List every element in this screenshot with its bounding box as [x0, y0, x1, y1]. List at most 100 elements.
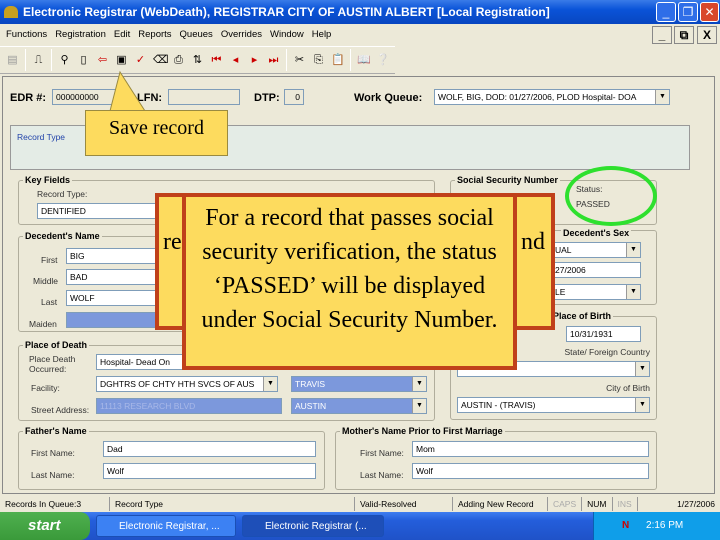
chevron-down-icon[interactable]: ▼ [412, 399, 426, 413]
app-icon [4, 6, 18, 18]
print-icon[interactable]: ⎙ [172, 53, 185, 67]
start-button[interactable]: start [0, 512, 90, 540]
street-label: Street Address: [31, 405, 90, 415]
chevron-down-icon[interactable]: ▼ [655, 90, 669, 104]
third-select[interactable]: LE ▼ [551, 284, 641, 300]
restore-button[interactable]: ❐ [678, 2, 698, 22]
next-record-icon[interactable]: ▸ [248, 53, 261, 67]
mother-first-field[interactable]: Mom [412, 441, 649, 457]
save-record-callout: Save record [85, 110, 228, 156]
ssn-verify-icon[interactable]: ✓ [134, 53, 147, 67]
save-icon[interactable]: ▣ [115, 53, 128, 67]
mother-first-label: First Name: [360, 448, 404, 458]
middle-name-field[interactable]: BAD [66, 269, 166, 285]
child-restore-button[interactable]: ⧉ [674, 26, 694, 44]
facility-select[interactable]: DGHTRS OF CHTY HTH SVCS OF AUS ▼ [96, 376, 278, 392]
mother-name-group: Mother's Name Prior to First Marriage Fi… [335, 426, 657, 490]
mother-title: Mother's Name Prior to First Marriage [340, 426, 505, 436]
chevron-down-icon[interactable]: ▼ [412, 377, 426, 391]
decedent-name-title: Decedent's Name [23, 231, 102, 241]
first-record-icon[interactable]: ⏮ [210, 53, 223, 67]
menu-help[interactable]: Help [312, 29, 332, 40]
import-icon[interactable]: ⇦ [96, 53, 109, 67]
status-validity: Valid-Resolved [355, 496, 453, 511]
menu-reports[interactable]: Reports [138, 29, 171, 40]
work-queue-value: WOLF, BIG, DOD: 01/27/2006, PLOD Hospita… [438, 92, 637, 102]
exit-icon[interactable]: ⎍ [32, 53, 45, 67]
eraser-icon[interactable]: ⌫ [153, 53, 169, 67]
chevron-down-icon[interactable]: ▼ [263, 377, 277, 391]
date-of-death-field[interactable]: 27/2006 [551, 262, 641, 278]
background-callout-right-text: nd [521, 229, 545, 255]
taskbar-item-2[interactable]: Electronic Registrar (... [242, 515, 384, 537]
status-bar: Records In Queue:3 Record Type Valid-Res… [0, 495, 720, 512]
refresh-icon[interactable]: ⇅ [191, 53, 204, 67]
father-last-field[interactable]: Wolf [103, 463, 316, 479]
taskbar-item-1[interactable]: Electronic Registrar, ... [96, 515, 236, 537]
menu-queues[interactable]: Queues [180, 29, 213, 40]
place-of-death-title: Place of Death [23, 340, 90, 350]
place-death-field[interactable]: Hospital- Dead On [96, 354, 196, 370]
street-field[interactable]: 11113 RESEARCH BLVD [96, 398, 282, 414]
system-tray: N 2:16 PM [593, 512, 720, 540]
help-icon[interactable]: ❔ [376, 53, 390, 67]
ssn-title: Social Security Number [455, 175, 561, 185]
father-title: Father's Name [23, 426, 89, 436]
background-callout-left-text: re [163, 229, 182, 255]
chevron-down-icon[interactable]: ▼ [635, 398, 649, 412]
record-type-field[interactable]: DENTIFIED [37, 203, 157, 219]
place-death-label: Place Death Occurred: [29, 354, 76, 374]
city-select[interactable]: AUSTIN ▼ [291, 398, 427, 414]
first-name-label: First [41, 255, 58, 265]
status-date: 1/27/2006 [677, 498, 715, 509]
menu-overrides[interactable]: Overrides [221, 29, 262, 40]
dtp-field[interactable]: 0 [284, 89, 304, 105]
prev-record-icon[interactable]: ◂ [229, 53, 242, 67]
maiden-name-field[interactable] [66, 312, 166, 328]
menu-registration[interactable]: Registration [55, 29, 106, 40]
sex-title: Decedent's Sex [561, 228, 632, 238]
copy-icon[interactable]: ⎘ [312, 53, 325, 67]
child-minimize-button[interactable]: _ [652, 26, 672, 44]
paste-icon[interactable]: 📋 [331, 53, 345, 67]
menu-edit[interactable]: Edit [114, 29, 130, 40]
city-of-birth-value: AUSTIN - (TRAVIS) [461, 400, 536, 410]
first-name-field[interactable]: BIG [66, 248, 166, 264]
sex-select[interactable]: UAL ▼ [551, 242, 641, 258]
child-close-button[interactable]: X [697, 26, 717, 44]
find-icon[interactable]: ⚲ [58, 53, 71, 67]
county-select[interactable]: TRAVIS ▼ [291, 376, 427, 392]
father-first-label: First Name: [31, 448, 75, 458]
cut-icon[interactable]: ✂ [293, 53, 306, 67]
father-first-field[interactable]: Dad [103, 441, 316, 457]
window-title: Electronic Registrar (WebDeath), REGISTR… [23, 5, 550, 19]
tray-icons: N [622, 520, 630, 531]
city-of-birth-select[interactable]: AUSTIN - (TRAVIS) ▼ [457, 397, 650, 413]
callout-pointer [109, 70, 146, 112]
city-value: AUSTIN [295, 401, 327, 411]
chevron-down-icon[interactable]: ▼ [635, 362, 649, 376]
chevron-down-icon[interactable]: ▼ [626, 243, 640, 257]
work-queue-select[interactable]: WOLF, BIG, DOD: 01/27/2006, PLOD Hospita… [434, 89, 670, 105]
new-icon[interactable]: ▯ [77, 53, 90, 67]
taskbar: start Electronic Registrar, ... Electron… [0, 512, 720, 540]
menu-window[interactable]: Window [270, 29, 304, 40]
status-mode: Adding New Record [453, 496, 548, 511]
mother-last-field[interactable]: Wolf [412, 463, 649, 479]
record-type-label: Record Type: [37, 189, 88, 199]
close-button[interactable]: ✕ [700, 2, 719, 22]
copy-record-icon[interactable]: ▤ [6, 53, 19, 67]
chevron-down-icon[interactable]: ▼ [626, 285, 640, 299]
work-queue-label: Work Queue: [354, 92, 423, 104]
last-record-icon[interactable]: ⏭ [267, 53, 280, 67]
menu-functions[interactable]: Functions [6, 29, 47, 40]
state-label: State/ Foreign Country [564, 347, 650, 357]
toolbar: ▤ ⎍ ⚲ ▯ ⇦ ▣ ✓ ⌫ ⎙ ⇅ ⏮ ◂ ▸ ⏭ ✂ ⎘ 📋 📖 ❔ [0, 46, 395, 74]
menu-bar: Functions Registration Edit Reports Queu… [0, 24, 720, 44]
dob-field[interactable]: 10/31/1931 [566, 326, 641, 342]
minimize-button[interactable]: _ [656, 2, 676, 22]
city-of-birth-label: City of Birth [606, 383, 650, 393]
book-icon[interactable]: 📖 [357, 53, 371, 67]
ssn-passed-callout: For a record that passes social security… [182, 193, 517, 370]
last-name-field[interactable]: WOLF [66, 290, 166, 306]
